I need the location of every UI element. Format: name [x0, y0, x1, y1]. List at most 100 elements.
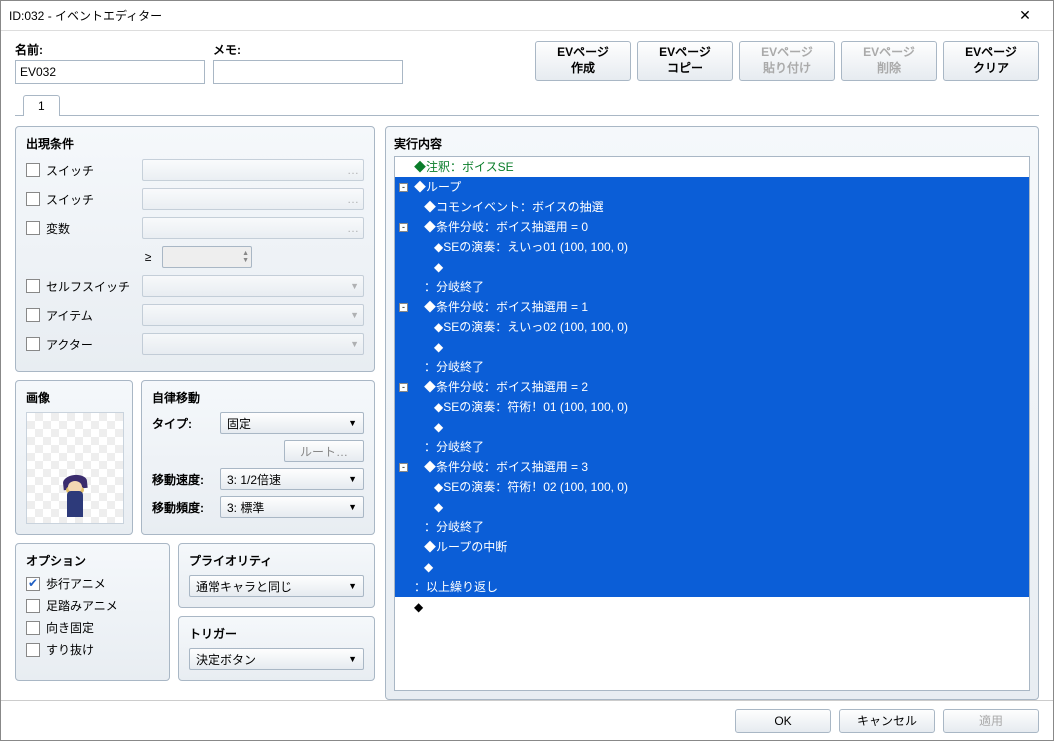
command-line-10[interactable]: ：分岐終了: [395, 357, 1029, 377]
conditions-title: 出現条件: [26, 135, 364, 152]
memo-label: メモ:: [213, 41, 403, 58]
command-line-13[interactable]: ◆: [395, 417, 1029, 437]
cond-label-1: スイッチ: [46, 191, 136, 208]
ev-page-button-1[interactable]: EVページコピー: [637, 41, 733, 81]
option-check-0[interactable]: [26, 577, 40, 591]
bottom-bar: OK キャンセル 適用: [1, 700, 1053, 740]
cond-check-0[interactable]: [26, 163, 40, 177]
page-tabs: 1: [15, 94, 1039, 116]
collapse-toggle-icon[interactable]: -: [399, 303, 408, 312]
left-pane: 出現条件 スイッチ…スイッチ…変数…≥▲▼セルフスイッチ▼アイテム▼アクター▼ …: [15, 126, 375, 700]
command-line-11[interactable]: - ◆条件分岐：ボイス抽選用 = 2: [395, 377, 1029, 397]
ev-page-button-0[interactable]: EVページ作成: [535, 41, 631, 81]
cancel-button[interactable]: キャンセル: [839, 709, 935, 733]
ok-button[interactable]: OK: [735, 709, 831, 733]
option-check-3[interactable]: [26, 643, 40, 657]
options-box: オプション 歩行アニメ足踏みアニメ向き固定すり抜け: [15, 543, 170, 681]
command-line-9[interactable]: ◆: [395, 337, 1029, 357]
ev-page-buttons: EVページ作成EVページコピーEVページ貼り付けEVページ削除EVページクリア: [535, 41, 1039, 81]
event-editor-window: ID:032 - イベントエディター ✕ 名前: メモ: EVページ作成EVペー…: [0, 0, 1054, 741]
cond-field-0: …: [142, 159, 364, 181]
exec-box: 実行内容 ◆注釈：ボイスSE-◆ループ ◆コモンイベント：ボイスの抽選- ◆条件…: [385, 126, 1039, 700]
opt-priority-row: オプション 歩行アニメ足踏みアニメ向き固定すり抜け プライオリティ 通常キャラと…: [15, 543, 375, 681]
option-check-2[interactable]: [26, 621, 40, 635]
collapse-toggle-icon[interactable]: -: [399, 183, 408, 192]
cond-label-2: 変数: [46, 220, 136, 237]
command-line-2[interactable]: ◆コモンイベント：ボイスの抽選: [395, 197, 1029, 217]
ev-page-button-3: EVページ削除: [841, 41, 937, 81]
command-line-15[interactable]: - ◆条件分岐：ボイス抽選用 = 3: [395, 457, 1029, 477]
cond-check-1[interactable]: [26, 192, 40, 206]
trigger-select[interactable]: 決定ボタン▼: [189, 648, 364, 670]
command-line-4[interactable]: ◆SEの演奏：えいっ01 (100, 100, 0): [395, 237, 1029, 257]
cond-field-4: ▼: [142, 275, 364, 297]
priority-select[interactable]: 通常キャラと同じ▼: [189, 575, 364, 597]
command-line-20[interactable]: ◆: [395, 557, 1029, 577]
chevron-down-icon: ▼: [350, 310, 359, 320]
command-line-0[interactable]: ◆注釈：ボイスSE: [395, 157, 1029, 177]
command-line-17[interactable]: ◆: [395, 497, 1029, 517]
memo-input[interactable]: [213, 60, 403, 84]
character-sprite[interactable]: [26, 412, 124, 524]
move-type-select[interactable]: 固定▼: [220, 412, 364, 434]
options-title: オプション: [26, 552, 159, 569]
name-input[interactable]: [15, 60, 205, 84]
command-line-6[interactable]: ：分岐終了: [395, 277, 1029, 297]
command-line-3[interactable]: - ◆条件分岐：ボイス抽選用 = 0: [395, 217, 1029, 237]
command-line-7[interactable]: - ◆条件分岐：ボイス抽選用 = 1: [395, 297, 1029, 317]
command-line-8[interactable]: ◆SEの演奏：えいっ02 (100, 100, 0): [395, 317, 1029, 337]
trigger-title: トリガー: [189, 625, 364, 642]
ellipsis-icon: …: [347, 163, 359, 177]
priority-box: プライオリティ 通常キャラと同じ▼: [178, 543, 375, 608]
image-box: 画像: [15, 380, 133, 535]
autonomous-move-box: 自律移動 タイプ: 固定▼ ルート… 移動速度: 3: 1/2倍速▼: [141, 380, 375, 535]
cond-check-5[interactable]: [26, 308, 40, 322]
cond-label-0: スイッチ: [46, 162, 136, 179]
command-line-5[interactable]: ◆: [395, 257, 1029, 277]
cond-label-5: アイテム: [46, 307, 136, 324]
cond-check-2[interactable]: [26, 221, 40, 235]
option-check-1[interactable]: [26, 599, 40, 613]
move-speed-label: 移動速度:: [152, 471, 214, 488]
command-line-22[interactable]: ◆: [395, 597, 1029, 617]
move-title: 自律移動: [152, 389, 364, 406]
memo-group: メモ:: [213, 41, 403, 84]
move-freq-select[interactable]: 3: 標準▼: [220, 496, 364, 518]
cond-field-5: ▼: [142, 304, 364, 326]
right-pane: 実行内容 ◆注釈：ボイスSE-◆ループ ◆コモンイベント：ボイスの抽選- ◆条件…: [385, 126, 1039, 700]
cond-check-4[interactable]: [26, 279, 40, 293]
priority-trigger-col: プライオリティ 通常キャラと同じ▼ トリガー 決定ボタン▼: [178, 543, 375, 681]
chevron-down-icon: ▼: [348, 474, 357, 484]
collapse-toggle-icon[interactable]: -: [399, 383, 408, 392]
image-title: 画像: [26, 389, 122, 406]
collapse-toggle-icon[interactable]: -: [399, 463, 408, 472]
move-type-label: タイプ:: [152, 415, 214, 432]
command-line-18[interactable]: ：分岐終了: [395, 517, 1029, 537]
close-button[interactable]: ✕: [1005, 5, 1045, 27]
chevron-down-icon: ▼: [348, 654, 357, 664]
tab-1[interactable]: 1: [23, 95, 60, 116]
command-line-12[interactable]: ◆SEの演奏：符術！01 (100, 100, 0): [395, 397, 1029, 417]
command-line-1[interactable]: -◆ループ: [395, 177, 1029, 197]
command-line-16[interactable]: ◆SEの演奏：符術！02 (100, 100, 0): [395, 477, 1029, 497]
command-line-19[interactable]: ◆ループの中断: [395, 537, 1029, 557]
ev-page-button-4[interactable]: EVページクリア: [943, 41, 1039, 81]
option-label-2: 向き固定: [46, 619, 94, 636]
cond-check-6[interactable]: [26, 337, 40, 351]
collapse-toggle-icon[interactable]: -: [399, 223, 408, 232]
command-line-14[interactable]: ：分岐終了: [395, 437, 1029, 457]
top-row: 名前: メモ: EVページ作成EVページコピーEVページ貼り付けEVページ削除E…: [15, 41, 1039, 84]
ge-symbol: ≥: [140, 250, 156, 264]
cond-value-spinner: ▲▼: [162, 246, 252, 268]
cond-field-1: …: [142, 188, 364, 210]
content-area: 名前: メモ: EVページ作成EVページコピーEVページ貼り付けEVページ削除E…: [1, 31, 1053, 700]
move-speed-select[interactable]: 3: 1/2倍速▼: [220, 468, 364, 490]
route-button: ルート…: [284, 440, 364, 462]
ev-page-button-2: EVページ貼り付け: [739, 41, 835, 81]
chevron-down-icon: ▼: [348, 418, 357, 428]
name-group: 名前:: [15, 41, 205, 84]
move-freq-label: 移動頻度:: [152, 499, 214, 516]
command-line-21[interactable]: ：以上繰り返し: [395, 577, 1029, 597]
command-list[interactable]: ◆注釈：ボイスSE-◆ループ ◆コモンイベント：ボイスの抽選- ◆条件分岐：ボイ…: [394, 156, 1030, 691]
chevron-down-icon: ▼: [348, 581, 357, 591]
